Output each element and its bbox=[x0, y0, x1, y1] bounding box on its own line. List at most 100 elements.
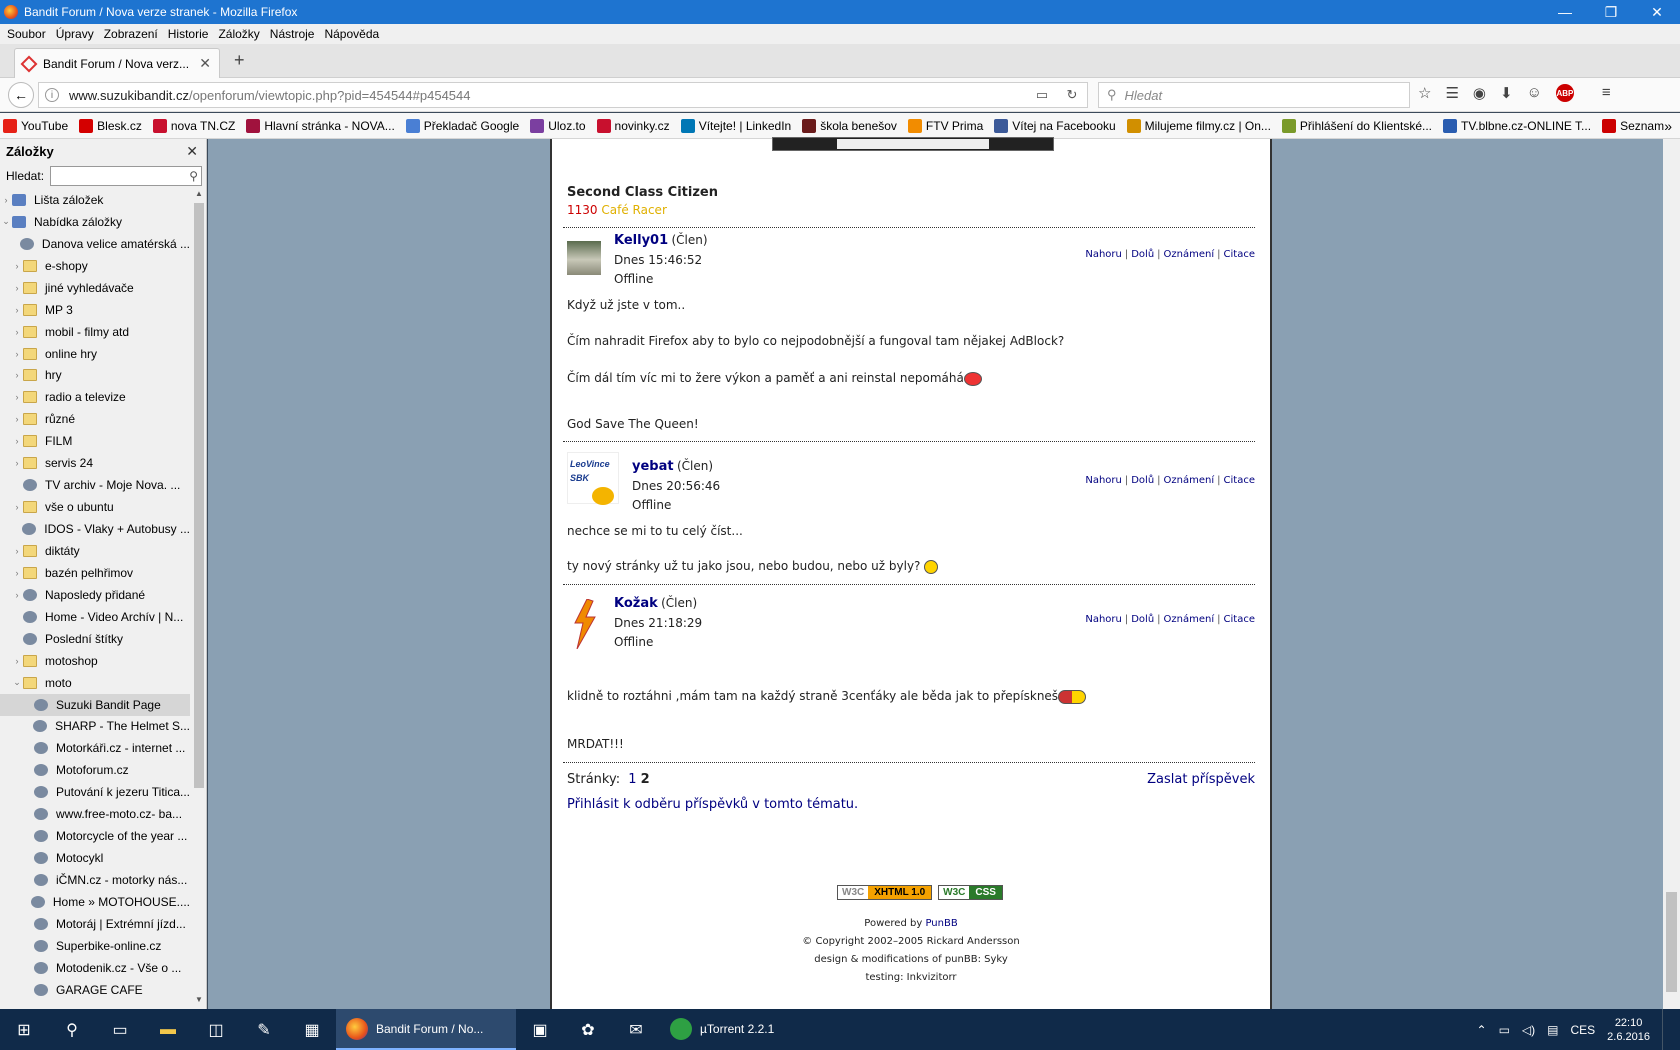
sidebar-item[interactable]: › servis 24 bbox=[0, 452, 190, 474]
menu-hamburger-icon[interactable]: ≡ bbox=[1602, 84, 1611, 102]
bookmarks-list-icon[interactable]: ☰ bbox=[1445, 84, 1458, 102]
reader-view-icon[interactable]: ▭ bbox=[1027, 87, 1057, 103]
sidebar-item[interactable]: Superbike-online.cz bbox=[0, 935, 190, 957]
expand-twisty-icon[interactable]: › bbox=[11, 502, 23, 512]
sidebar-item[interactable]: Motocykl bbox=[0, 847, 190, 869]
sidebar-item[interactable]: Motoráj | Extrémní jízd... bbox=[0, 913, 190, 935]
scroll-down-icon[interactable]: ▼ bbox=[192, 995, 206, 1009]
reload-icon[interactable]: ↻ bbox=[1057, 87, 1087, 103]
clock[interactable]: 22:10 2.6.2016 bbox=[1607, 1016, 1650, 1044]
w3c-xhtml-badge[interactable]: W3C XHTML 1.0 bbox=[837, 885, 933, 900]
sidebar-item[interactable]: Home - Video Archív | N... bbox=[0, 606, 190, 628]
sidebar-item[interactable]: › různé bbox=[0, 408, 190, 430]
post-reply-link[interactable]: Zaslat příspěvek bbox=[1147, 772, 1255, 787]
bookmark-9[interactable]: FTV Prima bbox=[907, 118, 983, 133]
link-dolu[interactable]: Dolů bbox=[1131, 249, 1154, 260]
sidebar-scroll-thumb[interactable] bbox=[194, 203, 204, 788]
expand-twisty-icon[interactable]: › bbox=[11, 568, 23, 578]
bookmark-0[interactable]: YouTube bbox=[3, 118, 68, 133]
expand-twisty-icon[interactable]: › bbox=[11, 283, 23, 293]
bookmark-6[interactable]: novinky.cz bbox=[596, 118, 670, 133]
taskbar-app-firefox[interactable]: Bandit Forum / No... bbox=[336, 1009, 516, 1050]
tray-chevron-icon[interactable]: ⌃ bbox=[1477, 1023, 1487, 1037]
expand-twisty-icon[interactable]: ⌄ bbox=[11, 677, 23, 688]
sidebar-item[interactable]: www.free-moto.cz- ba... bbox=[0, 803, 190, 825]
post-author-link[interactable]: Kelly01 bbox=[614, 233, 668, 248]
link-dolu[interactable]: Dolů bbox=[1131, 475, 1154, 486]
post-author-link[interactable]: yebat bbox=[632, 459, 674, 474]
sidebar-item[interactable]: › vše o ubuntu bbox=[0, 496, 190, 518]
sidebar-item[interactable]: iČMN.cz - motorky nás... bbox=[0, 869, 190, 891]
task-view-icon[interactable]: ▭ bbox=[96, 1009, 144, 1050]
expand-twisty-icon[interactable]: › bbox=[11, 436, 23, 446]
url-bar[interactable]: i www.suzukibandit.cz/openforum/viewtopi… bbox=[38, 82, 1088, 108]
site-info-icon[interactable]: i bbox=[45, 88, 59, 102]
store-icon[interactable]: ◫ bbox=[192, 1009, 240, 1050]
tab-bandit-forum[interactable]: Bandit Forum / Nova verz... ✕ bbox=[14, 48, 220, 78]
bookmark-8[interactable]: škola benešov bbox=[802, 118, 897, 133]
bookmark-11[interactable]: Milujeme filmy.cz | On... bbox=[1126, 118, 1271, 133]
sidebar-item[interactable]: › online hry bbox=[0, 343, 190, 365]
action-center-icon[interactable] bbox=[1662, 1009, 1670, 1050]
app-icon[interactable]: ▣ bbox=[516, 1009, 564, 1050]
sidebar-item[interactable]: ⌄ moto bbox=[0, 672, 190, 694]
menu-historie[interactable]: Historie bbox=[163, 27, 214, 41]
hello-icon[interactable]: ☺ bbox=[1527, 84, 1542, 102]
sidebar-item[interactable]: › FILM bbox=[0, 430, 190, 452]
mail-icon[interactable]: ✉ bbox=[612, 1009, 660, 1050]
close-sidebar-icon[interactable]: ✕ bbox=[186, 143, 198, 160]
expand-twisty-icon[interactable]: › bbox=[11, 458, 23, 468]
sidebar-scrollbar[interactable]: ▲ ▼ bbox=[192, 189, 206, 1009]
menu-soubor[interactable]: Soubor bbox=[2, 27, 51, 41]
menu-upravy[interactable]: Úpravy bbox=[51, 27, 99, 41]
sidebar-item[interactable]: Home » MOTOHOUSE.... bbox=[0, 891, 190, 913]
sidebar-item[interactable]: › mobil - filmy atd bbox=[0, 321, 190, 343]
sidebar-item[interactable]: Danova velice amatérská ... bbox=[0, 233, 190, 255]
sidebar-item[interactable]: › Lišta záložek bbox=[0, 189, 190, 211]
bookmark-star-icon[interactable]: ☆ bbox=[1418, 84, 1431, 102]
calculator-icon[interactable]: ▦ bbox=[288, 1009, 336, 1050]
expand-twisty-icon[interactable]: › bbox=[0, 195, 12, 205]
sidebar-item[interactable]: › Naposledy přidané bbox=[0, 584, 190, 606]
expand-twisty-icon[interactable]: ⌄ bbox=[0, 216, 12, 227]
expand-twisty-icon[interactable]: › bbox=[11, 327, 23, 337]
search-taskbar-icon[interactable]: ⚲ bbox=[48, 1009, 96, 1050]
menu-nastroje[interactable]: Nástroje bbox=[265, 27, 320, 41]
sidebar-item[interactable]: › radio a televize bbox=[0, 386, 190, 408]
pocket-icon[interactable]: ◉ bbox=[1473, 84, 1486, 102]
adblock-plus-icon[interactable]: ABP bbox=[1555, 84, 1574, 102]
bookmark-5[interactable]: Uloz.to bbox=[530, 118, 586, 133]
expand-twisty-icon[interactable]: › bbox=[11, 392, 23, 402]
sidebar-item[interactable]: › motoshop bbox=[0, 650, 190, 672]
link-citace[interactable]: Citace bbox=[1224, 614, 1255, 625]
volume-icon[interactable]: ◁) bbox=[1522, 1023, 1535, 1037]
link-oznameni[interactable]: Oznámení bbox=[1164, 614, 1215, 625]
scroll-up-icon[interactable]: ▲ bbox=[192, 189, 206, 203]
close-tab-icon[interactable]: ✕ bbox=[199, 55, 211, 72]
link-nahoru[interactable]: Nahoru bbox=[1085, 614, 1122, 625]
downloads-icon[interactable]: ⬇ bbox=[1500, 84, 1513, 102]
sidebar-item[interactable]: Poslední štítky bbox=[0, 628, 190, 650]
bookmark-4[interactable]: Překladač Google bbox=[405, 118, 519, 133]
link-oznameni[interactable]: Oznámení bbox=[1164, 475, 1215, 486]
expand-twisty-icon[interactable]: › bbox=[11, 546, 23, 556]
page-scroll-thumb[interactable] bbox=[1666, 892, 1677, 992]
network-icon[interactable]: ▭ bbox=[1499, 1023, 1510, 1037]
sidebar-item[interactable]: SHARP - The Helmet S... bbox=[0, 716, 190, 738]
sidebar-item[interactable]: GARAGE CAFE bbox=[0, 979, 190, 1001]
sidebar-item[interactable]: › diktáty bbox=[0, 540, 190, 562]
expand-twisty-icon[interactable]: › bbox=[11, 656, 23, 666]
app-icon[interactable]: ✿ bbox=[564, 1009, 612, 1050]
bookmark-3[interactable]: Hlavní stránka - NOVA... bbox=[246, 118, 395, 133]
notifications-icon[interactable]: ▤ bbox=[1547, 1023, 1558, 1037]
link-dolu[interactable]: Dolů bbox=[1131, 614, 1154, 625]
file-explorer-icon[interactable]: ▬ bbox=[144, 1009, 192, 1050]
link-citace[interactable]: Citace bbox=[1224, 249, 1255, 260]
w3c-css-badge[interactable]: W3C CSS bbox=[938, 885, 1003, 900]
expand-twisty-icon[interactable]: › bbox=[11, 349, 23, 359]
expand-twisty-icon[interactable]: › bbox=[11, 370, 23, 380]
bookmark-12[interactable]: Přihlášení do Klientské... bbox=[1281, 118, 1432, 133]
sidebar-item[interactable]: › hry bbox=[0, 365, 190, 387]
link-nahoru[interactable]: Nahoru bbox=[1085, 249, 1122, 260]
back-button[interactable]: ← bbox=[8, 81, 34, 108]
